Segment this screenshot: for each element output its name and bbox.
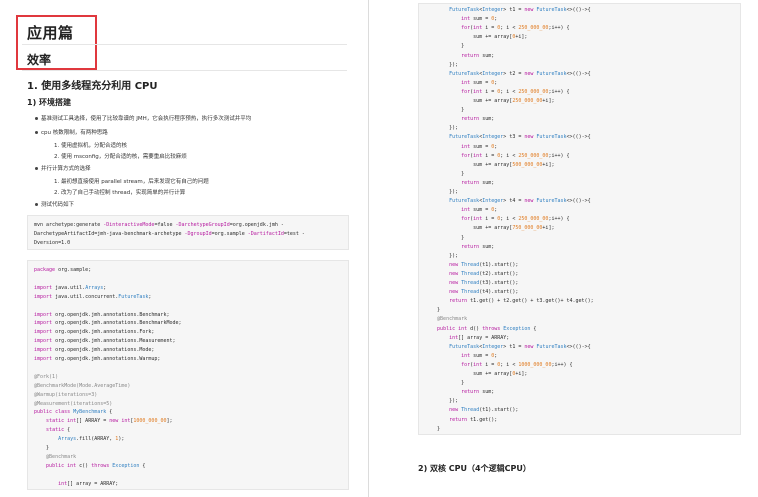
code-line: @Benchmark (425, 316, 468, 323)
code-line: public int d() throws Exception { (437, 325, 537, 332)
code-line: }); (425, 125, 459, 132)
bullet-dot (35, 203, 38, 206)
code-line: @Fork(1) (34, 373, 59, 380)
code-line: import org.openjdk.jmh.annotations.Bench… (34, 311, 170, 318)
code-line: } (425, 107, 465, 114)
code-line: sum += array[500_000_00+i]; (425, 161, 555, 168)
command-line: mvn archetype:generate -DinteractiveMode… (34, 222, 284, 228)
code-line: static { (46, 427, 71, 434)
code-line: }); (425, 398, 459, 405)
code-line: import org.openjdk.jmh.annotations.Warmu… (34, 356, 161, 362)
mvn-command-block: mvn archetype:generate -DinteractiveMode… (27, 215, 349, 250)
page-title: 应用篇 (27, 24, 74, 42)
code-line: int sum = 0; (461, 143, 498, 150)
code-line: import org.openjdk.jmh.annotations.Mode; (34, 347, 155, 354)
subtitle-divider (22, 70, 347, 71)
code-line: import org.openjdk.jmh.annotations.Bench… (34, 320, 182, 327)
bullet-dot (35, 131, 38, 134)
list-item: 并行计算方式的选择 (41, 166, 91, 172)
code-line: }); (425, 252, 459, 259)
code-line: return sum; (461, 243, 495, 250)
subsection-heading: 1) 环境搭建 (27, 98, 72, 107)
code-line: @Benchmark (34, 453, 77, 460)
section-heading: 1. 使用多线程充分利用 CPU (27, 81, 158, 92)
code-line: @BenchmarkMode(Mode.AverageTime) (34, 382, 131, 389)
java-code-block-continued: FutureTask<Integer> t1 = new FutureTask<… (418, 3, 741, 435)
code-line: } (425, 234, 465, 241)
code-line: } (425, 170, 465, 177)
code-line: new Thread(t3).start(); (449, 280, 519, 286)
command-line: DarchetypeArtifactId=jmh-java-benchmark-… (34, 231, 305, 237)
list-item: 基准测试工具选择，使用了比较靠谱的 JMH，它会执行程序预热，执行多次测试并平均 (41, 116, 252, 122)
code-line: sum += array[250_000_00+i]; (425, 98, 555, 104)
code-line: FutureTask<Integer> t4 = new FutureTask<… (449, 198, 591, 205)
code-line: int[] array = ARRAY; (449, 334, 510, 341)
code-line: new Thread(t2).start(); (449, 270, 519, 277)
list-item: cpu 核数限制，有两种思路 (41, 130, 108, 136)
code-line: return sum; (461, 116, 495, 123)
code-line: sum += array[0+i]; (425, 34, 528, 41)
code-line: return t1.get() + t2.get() + t3.get()+ t… (449, 298, 594, 305)
bullet-dot (35, 167, 38, 170)
code-line: }); (425, 61, 459, 68)
code-line: }); (425, 189, 459, 195)
section-subtitle: 效率 (27, 53, 52, 67)
code-line: import org.openjdk.jmh.annotations.Measu… (34, 338, 176, 345)
code-line: return sum; (461, 179, 495, 186)
code-line: import java.util.concurrent.FutureTask; (34, 293, 152, 300)
code-line: FutureTask<Integer> t1 = new FutureTask<… (449, 343, 591, 350)
code-line: FutureTask<Integer> t1 = new FutureTask<… (449, 7, 591, 13)
code-line: new Thread(t1).start(); (449, 261, 519, 268)
code-line: for(int i = 0; i < 250_000_00;i++) { (461, 152, 570, 159)
code-line: int sum = 0; (461, 16, 498, 23)
code-line: new Thread(t1).start(); (449, 407, 519, 414)
right-subsection-heading: 2) 双核 CPU（4个逻辑CPU） (418, 464, 531, 473)
code-line: } (425, 380, 465, 387)
code-line: for(int i = 0; i < 250_000_00;i++) { (461, 25, 570, 32)
code-line: FutureTask<Integer> t2 = new FutureTask<… (449, 70, 591, 77)
code-line: return sum; (461, 389, 495, 396)
code-line: return sum; (461, 52, 495, 59)
code-line: int[] array = ARRAY; (58, 480, 119, 487)
code-line: for(int i = 0; i < 250_000_00;i++) { (461, 88, 570, 95)
code-line: import org.openjdk.jmh.annotations.Fork; (34, 329, 155, 336)
sub-list-item: 1. 最初想直接使用 parallel stream，后来发现它有自己的问题 (54, 179, 209, 185)
code-line: import java.util.Arrays; (34, 284, 107, 291)
code-line: int sum = 0; (461, 207, 498, 214)
code-line: return t1.get(); (449, 416, 498, 423)
code-line: @Measurement(iterations=5) (34, 400, 113, 407)
code-line: new Thread(t4).start(); (449, 289, 519, 296)
code-line: } (34, 445, 50, 451)
code-line: } (425, 43, 465, 50)
code-line: sum += array[750_000_00+i]; (425, 225, 555, 232)
code-line: package org.sample; (34, 267, 92, 273)
sub-list-item: 1. 使用虚拟机，分配合适的核 (54, 143, 127, 149)
code-line: public class MyBenchmark { (34, 409, 113, 416)
code-line: for(int i = 0; i < 250_000_00;i++) { (461, 216, 570, 223)
title-divider (22, 44, 347, 45)
code-line: } (425, 425, 441, 432)
java-code-block: package org.sample; import java.util.Arra… (27, 260, 349, 490)
code-line: FutureTask<Integer> t3 = new FutureTask<… (449, 134, 591, 141)
code-line: Arrays.fill(ARRAY, 1); (58, 436, 125, 443)
code-line: int sum = 0; (461, 79, 498, 86)
code-line: for(int i = 0; i < 1000_000_00;i++) { (461, 361, 573, 368)
code-line: } (425, 307, 441, 314)
code-line: public int c() throws Exception { (46, 462, 146, 469)
bullet-dot (35, 117, 38, 120)
sub-list-item: 2. 改为了自己手动控制 thread，实现简单的并行计算 (54, 190, 186, 196)
code-line: static int[] ARRAY = new int[1000_000_00… (46, 418, 173, 425)
code-line: sum += array[0+i]; (425, 371, 528, 377)
code-line: int sum = 0; (461, 352, 498, 359)
code-line: @Warmup(iterations=3) (34, 391, 98, 398)
command-line: Dversion=1.0 (34, 240, 71, 246)
sub-list-item: 2. 使用 msconfig，分配合适的核，需要重启比较麻烦 (54, 154, 187, 160)
list-item: 测试代码如下 (41, 202, 75, 208)
